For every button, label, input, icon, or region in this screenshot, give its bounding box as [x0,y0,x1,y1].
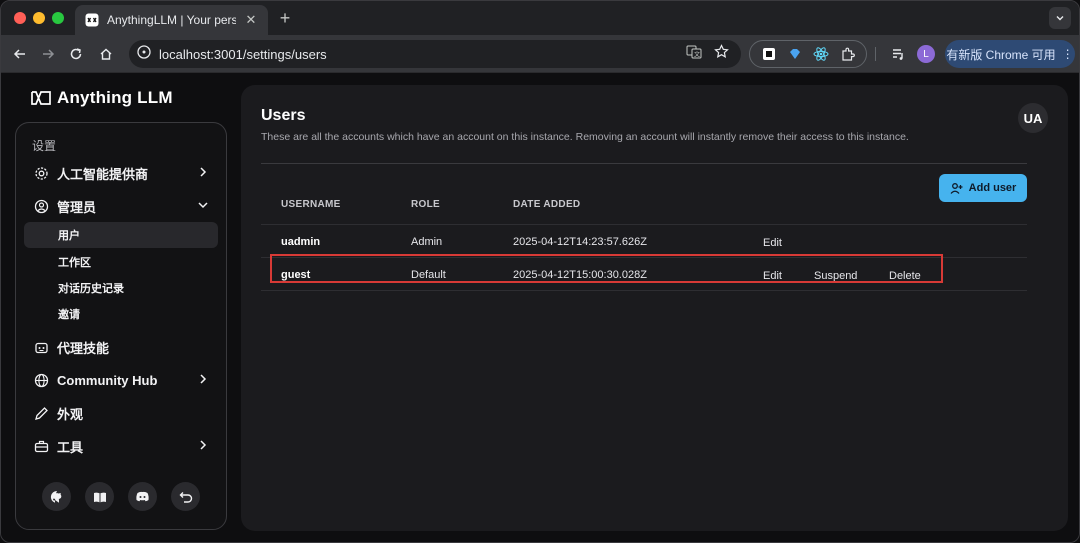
row-divider [261,224,1027,225]
chevron-right-icon [200,440,207,450]
extension-square-icon[interactable] [760,45,778,63]
address-bar[interactable]: localhost:3001/settings/users 文 [129,40,741,68]
minimize-window-button[interactable] [33,12,45,24]
sidebar-item-label: 工具 [57,439,84,455]
book-icon [93,492,106,502]
sidebar-item-label: Community Hub [57,372,158,388]
chevron-down-icon [1056,16,1064,21]
brand-logo[interactable]: Anything LLM [31,88,173,108]
sidebar-item-agent-skills[interactable]: 代理技能 [24,333,218,361]
bookmark-star-icon[interactable] [714,44,729,64]
settings-sidebar: 设置 人工智能提供商 管理员 用户 工作区 对话历史记录 邀请 代理技能 Com… [15,122,227,530]
sidebar-item-tools[interactable]: 工具 [24,432,218,460]
chevron-right-icon [200,374,207,384]
row-username: uadmin [281,236,321,248]
sidebar-item-admin[interactable]: 管理员 [24,192,218,220]
row-date: 2025-04-12T15:00:30.028Z [513,269,647,281]
delete-button[interactable]: Delete [889,270,921,282]
edit-button[interactable]: Edit [763,270,782,282]
page-title: Users [261,107,306,124]
back-to-workspace-button[interactable] [171,482,200,511]
discord-icon [136,491,149,502]
extensions-group [749,40,867,68]
tab-close-icon[interactable]: ✕ [244,12,258,28]
user-gear-icon [34,199,49,213]
sidebar-item-ai-providers[interactable]: 人工智能提供商 [24,159,218,187]
github-button[interactable] [42,482,71,511]
site-info-icon[interactable] [137,44,151,64]
column-header-username: USERNAME [281,199,341,210]
user-plus-icon [950,182,963,194]
globe-icon [34,373,49,387]
more-vertical-icon: ⋮ [1061,47,1074,61]
svg-text:文: 文 [694,50,700,58]
page-description: These are all the accounts which have an… [261,131,909,143]
sidebar-subitem-workspaces[interactable]: 工作区 [24,249,218,275]
tab-title: AnythingLLM | Your personal [107,13,236,27]
home-icon[interactable] [95,43,117,65]
sidebar-subitem-invites[interactable]: 邀请 [24,301,218,327]
extensions-puzzle-icon[interactable] [838,45,856,63]
sidebar-subitem-chat-history[interactable]: 对话历史记录 [24,275,218,301]
translate-icon[interactable]: 文 [686,44,702,65]
column-header-date-added: DATE ADDED [513,199,581,210]
sidebar-subitem-users[interactable]: 用户 [24,222,218,248]
app-area: Anything LLM 设置 人工智能提供商 管理员 用户 工作区 对话历史记… [1,73,1079,542]
url-text[interactable]: localhost:3001/settings/users [159,47,686,62]
sidebar-item-label: 管理员 [57,199,97,215]
gear-icon [35,166,48,180]
extension-diamond-icon[interactable] [786,45,804,63]
robot-icon [35,342,48,353]
suspend-button[interactable]: Suspend [814,270,857,282]
reload-icon[interactable] [65,43,87,65]
row-role: Default [411,269,446,281]
tab-strip: AnythingLLM | Your personal ✕ + [1,1,1079,35]
forward-icon[interactable] [37,43,59,65]
user-avatar[interactable]: UA [1018,103,1048,133]
briefcase-icon [34,440,49,452]
chevron-down-icon [198,202,208,209]
sidebar-item-community-hub[interactable]: Community Hub [24,366,218,394]
docs-button[interactable] [85,482,114,511]
add-user-label: Add user [968,182,1017,194]
react-devtools-icon[interactable] [812,45,830,63]
sidebar-footer [16,482,226,511]
row-role: Admin [411,236,443,248]
add-user-button[interactable]: Add user [939,174,1027,202]
chrome-update-button[interactable]: 有新版 Chrome 可用 ⋮ [945,40,1075,68]
browser-window: AnythingLLM | Your personal ✕ + localhos… [0,0,1080,543]
row-username: guest [281,269,311,281]
anythingllm-logo-icon [31,91,51,105]
return-arrow-icon [179,491,192,503]
chevron-right-icon [200,167,207,177]
browser-toolbar: localhost:3001/settings/users 文 L 有新版 Ch… [1,35,1079,73]
new-tab-icon[interactable]: + [275,8,295,29]
browser-tab[interactable]: AnythingLLM | Your personal ✕ [75,5,268,35]
column-header-role: ROLE [411,199,440,210]
row-date: 2025-04-12T14:23:57.626Z [513,236,647,248]
row-divider [261,290,1027,291]
maximize-window-button[interactable] [52,12,64,24]
sidebar-item-appearance[interactable]: 外观 [24,399,218,427]
back-icon[interactable] [9,43,31,65]
discord-button[interactable] [128,482,157,511]
sidebar-item-label: 外观 [57,406,84,422]
github-icon [50,490,61,503]
tab-search-button[interactable] [1049,7,1071,29]
edit-button[interactable]: Edit [763,237,782,249]
sidebar-heading: 设置 [32,139,57,153]
section-divider [261,163,1027,164]
media-controls-icon[interactable] [887,43,909,65]
anythingllm-favicon-icon [85,13,99,27]
sidebar-item-label: 人工智能提供商 [57,166,149,182]
pen-icon [35,406,48,420]
close-window-button[interactable] [14,12,26,24]
update-label: 有新版 Chrome 可用 [946,47,1056,62]
profile-avatar[interactable]: L [917,45,935,63]
brand-name: Anything LLM [57,88,173,107]
users-panel: Users These are all the accounts which h… [241,85,1068,531]
sidebar-item-label: 代理技能 [57,340,110,356]
toolbar-divider [875,47,876,61]
row-divider [261,257,1027,258]
